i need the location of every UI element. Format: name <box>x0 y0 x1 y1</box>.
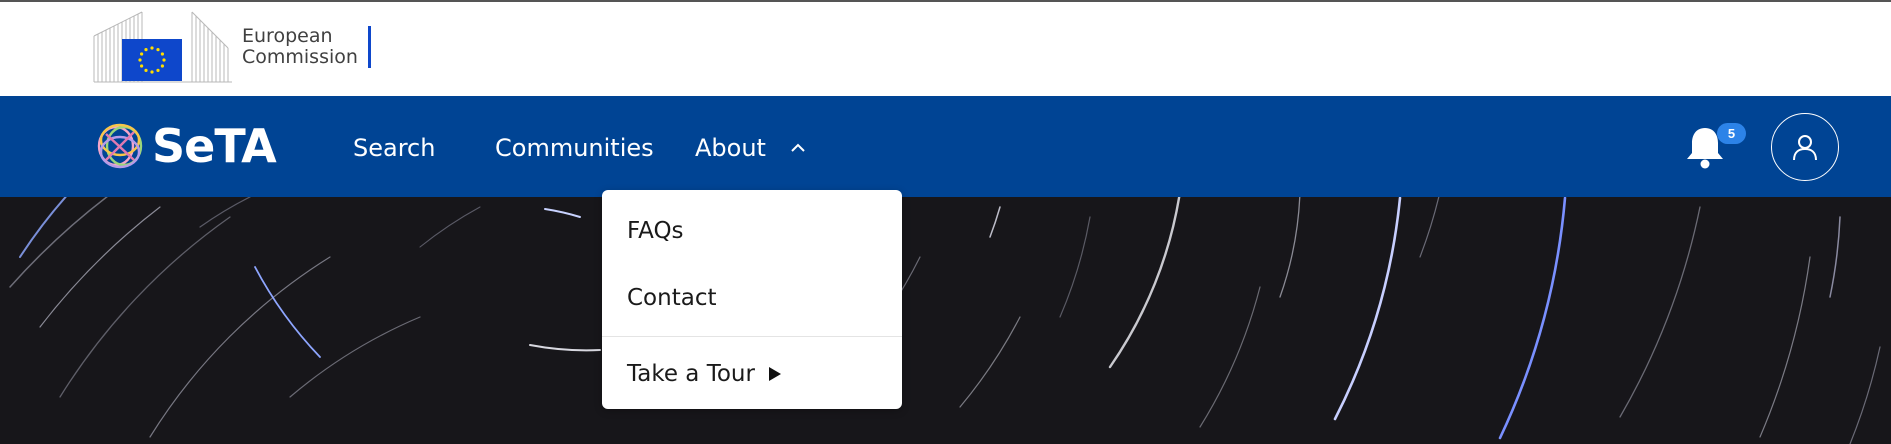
nav-about[interactable]: About <box>695 134 808 162</box>
menu-item-faqs[interactable]: FAQs <box>627 218 684 244</box>
user-icon <box>1793 135 1817 161</box>
seta-knot-logo <box>97 123 143 169</box>
brand-name: SeTA <box>152 119 277 173</box>
menu-divider <box>602 336 902 337</box>
ec-logo-line1: European <box>242 25 333 47</box>
nav-about-label: About <box>695 134 766 162</box>
main-navbar: SeTA Search Communities About 5 <box>0 96 1891 197</box>
menu-item-contact[interactable]: Contact <box>627 285 716 311</box>
hero-star-trails-image <box>0 197 1891 444</box>
ec-header: European Commission <box>0 2 1891 96</box>
chevron-up-icon <box>791 143 805 152</box>
ec-logo[interactable]: European Commission <box>92 10 371 84</box>
menu-item-take-a-tour-label: Take a Tour <box>627 361 755 387</box>
eu-flag-building-logo <box>92 10 234 84</box>
ec-logo-text: European Commission <box>242 26 358 68</box>
nav-search[interactable]: Search <box>353 134 435 162</box>
nav-communities[interactable]: Communities <box>495 134 654 162</box>
ec-logo-line2: Commission <box>242 46 358 68</box>
notification-badge: 5 <box>1717 123 1746 144</box>
menu-item-take-a-tour[interactable]: Take a Tour <box>627 361 781 387</box>
brand-home-link[interactable]: SeTA <box>94 119 277 173</box>
play-icon <box>768 367 781 381</box>
about-dropdown-menu: FAQs Contact Take a Tour <box>602 190 902 409</box>
user-account-button[interactable] <box>1771 113 1839 181</box>
ec-accent-bar <box>367 26 371 68</box>
